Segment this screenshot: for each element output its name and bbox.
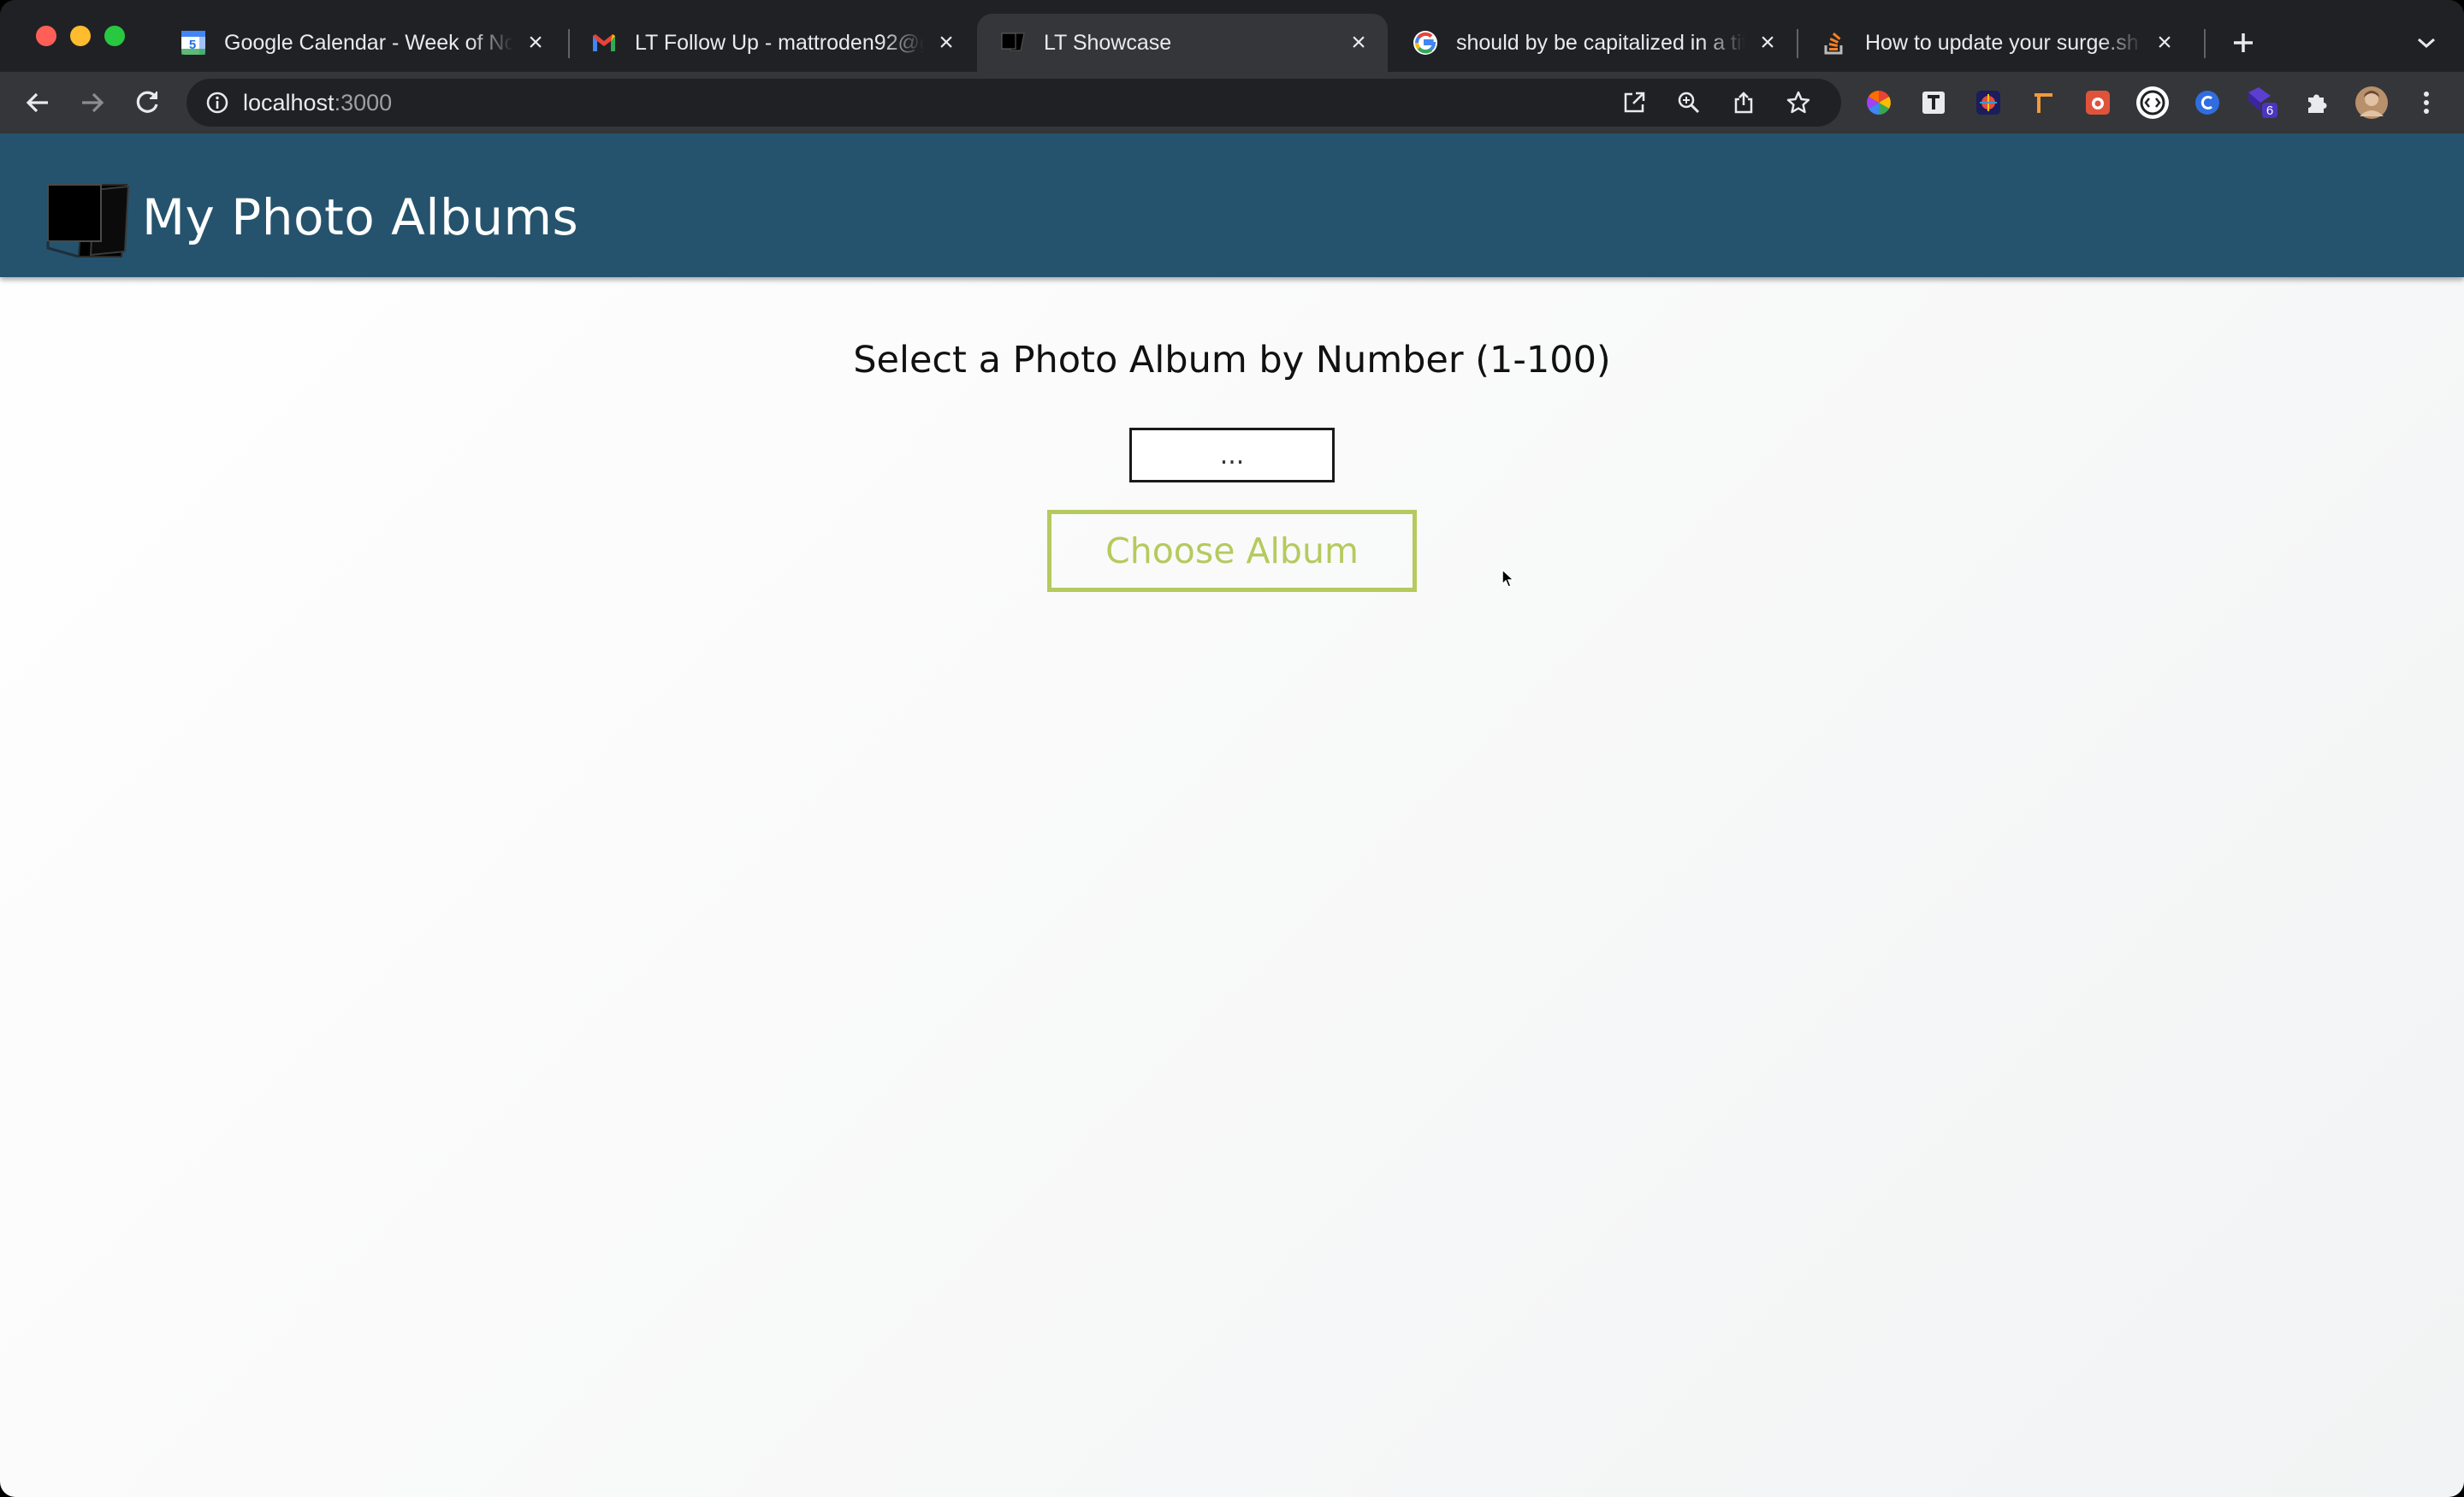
app-title: My Photo Albums	[142, 188, 579, 246]
tab-title: How to update your surge.sh project	[1865, 30, 2142, 55]
reload-icon	[136, 91, 158, 113]
forward-arrow-icon	[82, 92, 104, 113]
tab-stack-overflow[interactable]: How to update your surge.sh project ×	[1798, 14, 2194, 72]
counter-extension-icon[interactable]: 6	[2245, 86, 2279, 120]
tab-title: Google Calendar - Week of November	[224, 30, 513, 55]
tab-separator	[2204, 29, 2206, 58]
tab-gmail[interactable]: LT Follow Up - mattroden92@gmail.com ×	[568, 14, 975, 72]
new-tab-button[interactable]	[2226, 26, 2260, 60]
page-viewport: My Photo Albums Select a Photo Album by …	[0, 133, 2464, 1497]
bug-extension-icon[interactable]	[2081, 86, 2115, 120]
maximize-window-button[interactable]	[104, 26, 125, 46]
mouse-pointer-icon	[1502, 568, 1515, 588]
reload-button[interactable]	[130, 86, 164, 120]
address-bar[interactable]: localhost:3000	[187, 79, 1841, 127]
app-header: My Photo Albums	[0, 133, 2464, 277]
close-tab-icon[interactable]: ×	[933, 28, 960, 56]
open-in-app-icon[interactable]	[1617, 86, 1651, 120]
extension-badge: 6	[2266, 104, 2273, 118]
browser-window: 5 Google Calendar - Week of November × L…	[0, 0, 2464, 1497]
bookmark-star-icon[interactable]	[1781, 86, 1815, 120]
text-extension-icon[interactable]	[1916, 86, 1951, 120]
tab-lt-showcase[interactable]: LT Showcase ×	[977, 14, 1388, 72]
extensions-puzzle-icon[interactable]	[2300, 86, 2334, 120]
calendar-day: 5	[189, 38, 196, 52]
back-button[interactable]	[21, 86, 55, 120]
minimize-window-button[interactable]	[70, 26, 91, 46]
share-icon[interactable]	[1727, 86, 1761, 120]
album-prompt: Select a Photo Album by Number (1-100)	[853, 339, 1611, 382]
close-tab-icon[interactable]: ×	[2151, 28, 2178, 56]
google-icon	[1412, 29, 1439, 56]
zoom-icon[interactable]	[1672, 86, 1706, 120]
color-picker-extension-icon[interactable]	[1862, 86, 1896, 120]
tab-strip: 5 Google Calendar - Week of November × L…	[0, 0, 2464, 72]
photo-albums-icon	[999, 29, 1027, 56]
browser-toolbar: localhost:3000 6	[0, 72, 2464, 133]
browser-menu-icon[interactable]	[2409, 86, 2443, 120]
photo-albums-logo-icon	[46, 184, 130, 258]
chevron-down-icon	[2418, 38, 2435, 49]
album-number-input[interactable]	[1129, 428, 1335, 482]
close-window-button[interactable]	[36, 26, 56, 46]
tab-title: LT Showcase	[1044, 30, 1172, 55]
c-extension-icon[interactable]	[2190, 86, 2224, 120]
close-tab-icon[interactable]: ×	[1754, 28, 1781, 56]
google-calendar-icon: 5	[180, 29, 207, 56]
stack-overflow-icon	[1821, 29, 1848, 56]
ruler-extension-icon[interactable]	[2026, 86, 2060, 120]
close-tab-icon[interactable]: ×	[522, 28, 549, 56]
dark-grid-extension-icon[interactable]	[1971, 86, 2005, 120]
tab-google-calendar[interactable]: 5 Google Calendar - Week of November ×	[157, 14, 565, 72]
profile-avatar[interactable]	[2354, 86, 2389, 120]
back-arrow-icon	[26, 92, 48, 113]
plus-icon	[2234, 33, 2253, 52]
code-extension-icon[interactable]	[2135, 86, 2170, 120]
choose-album-button[interactable]: Choose Album	[1047, 510, 1417, 592]
close-tab-icon[interactable]: ×	[1345, 28, 1372, 56]
tab-search-button[interactable]	[2409, 26, 2443, 60]
tab-title: LT Follow Up - mattroden92@gmail.com	[635, 30, 924, 55]
tab-title: should by be capitalized in a title	[1456, 30, 1745, 55]
gmail-icon	[590, 29, 618, 56]
tab-google-search[interactable]: should by be capitalized in a title ×	[1389, 14, 1797, 72]
site-info-icon[interactable]	[200, 86, 234, 120]
forward-button[interactable]	[75, 86, 110, 120]
url-text: localhost:3000	[243, 90, 393, 115]
